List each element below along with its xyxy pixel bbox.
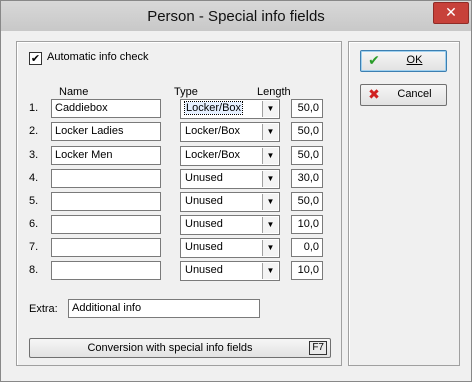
type-value: Unused	[185, 172, 223, 184]
type-value: Unused	[185, 241, 223, 253]
length-field-4[interactable]: 30,0	[291, 169, 323, 188]
name-field-8[interactable]	[51, 261, 161, 280]
extra-field[interactable]: Additional info	[68, 299, 260, 318]
chevron-down-icon[interactable]: ▼	[262, 194, 278, 210]
type-select-2[interactable]: Locker/Box ▼	[180, 122, 280, 142]
type-select-8[interactable]: Unused ▼	[180, 261, 280, 281]
type-value: Unused	[185, 264, 223, 276]
extra-label: Extra:	[29, 303, 58, 315]
shortcut-key-badge: F7	[309, 341, 327, 355]
row-number: 6.	[29, 218, 39, 230]
auto-check-checkbox[interactable]: ✔	[29, 52, 42, 65]
type-select-5[interactable]: Unused ▼	[180, 192, 280, 212]
length-field-1[interactable]: 50,0	[291, 99, 323, 118]
name-field-1[interactable]: Caddiebox	[51, 99, 161, 118]
length-field-3[interactable]: 50,0	[291, 146, 323, 165]
chevron-down-icon[interactable]: ▼	[262, 148, 278, 164]
length-field-6[interactable]: 10,0	[291, 215, 323, 234]
type-select-6[interactable]: Unused ▼	[180, 215, 280, 235]
type-select-3[interactable]: Locker/Box ▼	[180, 146, 280, 166]
conversion-button[interactable]: Conversion with special info fields F7	[29, 338, 331, 358]
row-number: 8.	[29, 264, 39, 276]
row-number: 4.	[29, 172, 39, 184]
type-value: Unused	[185, 195, 223, 207]
chevron-down-icon[interactable]: ▼	[262, 217, 278, 233]
auto-check-label: Automatic info check	[47, 51, 149, 63]
name-field-4[interactable]	[51, 169, 161, 188]
header-name: Name	[59, 86, 89, 98]
chevron-down-icon[interactable]: ▼	[262, 263, 278, 279]
type-value: Locker/Box	[183, 101, 244, 115]
type-select-4[interactable]: Unused ▼	[180, 169, 280, 189]
length-field-5[interactable]: 50,0	[291, 192, 323, 211]
row-number: 2.	[29, 125, 39, 137]
row-number: 3.	[29, 149, 39, 161]
checkmark-icon: ✔	[30, 52, 41, 65]
name-field-3[interactable]: Locker Men	[51, 146, 161, 165]
dialog-window: Person - Special info fields ✕ ✔ Automat…	[0, 0, 472, 382]
name-field-6[interactable]	[51, 215, 161, 234]
checkmark-icon: ✔	[368, 53, 380, 69]
chevron-down-icon[interactable]: ▼	[262, 124, 278, 140]
type-select-7[interactable]: Unused ▼	[180, 238, 280, 258]
length-field-2[interactable]: 50,0	[291, 122, 323, 141]
type-value: Unused	[185, 218, 223, 230]
type-select-1[interactable]: Locker/Box ▼	[180, 99, 280, 119]
type-value: Locker/Box	[185, 125, 241, 137]
length-field-8[interactable]: 10,0	[291, 261, 323, 280]
ok-button[interactable]: ✔ OK	[360, 50, 447, 72]
ok-button-label: OK	[406, 54, 423, 66]
header-length: Length	[257, 86, 291, 98]
cancel-button[interactable]: ✖ Cancel	[360, 84, 447, 106]
close-icon: ✕	[445, 5, 457, 21]
row-number: 5.	[29, 195, 39, 207]
row-number: 1.	[29, 102, 39, 114]
name-field-7[interactable]	[51, 238, 161, 257]
chevron-down-icon[interactable]: ▼	[262, 240, 278, 256]
cancel-button-label: Cancel	[397, 88, 432, 100]
cross-icon: ✖	[368, 87, 380, 103]
close-button[interactable]: ✕	[433, 2, 469, 24]
window-title: Person - Special info fields	[147, 8, 325, 25]
name-field-2[interactable]: Locker Ladies	[51, 122, 161, 141]
length-field-7[interactable]: 0,0	[291, 238, 323, 257]
header-type: Type	[174, 86, 198, 98]
name-field-5[interactable]	[51, 192, 161, 211]
type-value: Locker/Box	[185, 149, 241, 161]
row-number: 7.	[29, 241, 39, 253]
chevron-down-icon[interactable]: ▼	[262, 101, 278, 117]
conversion-button-label: Conversion with special info fields	[87, 342, 253, 354]
chevron-down-icon[interactable]: ▼	[262, 171, 278, 187]
title-bar: Person - Special info fields ✕	[1, 1, 471, 31]
